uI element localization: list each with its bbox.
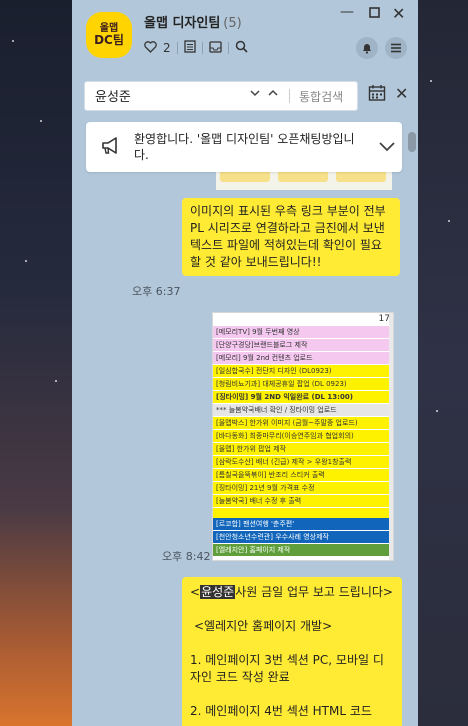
search-highlight: 윤성준 xyxy=(200,585,236,599)
chat-search-bar: 통합검색 xyxy=(84,81,358,111)
message-line: <윤성준사원 금일 업무 보고 드립니다> xyxy=(190,585,393,599)
room-name: 올맵 디자인팀 xyxy=(144,16,221,31)
close-icon[interactable]: ✕ xyxy=(395,84,408,103)
bell-icon[interactable] xyxy=(356,37,378,59)
star xyxy=(430,80,432,82)
notice-text: 환영합니다. '올맵 디자인팀' 오픈채팅방입니다. xyxy=(134,132,355,162)
like-count: 2 xyxy=(163,41,171,55)
search-input[interactable] xyxy=(93,87,247,104)
chevron-down-icon[interactable] xyxy=(378,137,396,156)
header-actions: 2 xyxy=(144,40,248,56)
sheet-row: [단양구경당]브랜드블로그 제작 xyxy=(213,339,392,351)
sheet-row-blank xyxy=(213,508,392,518)
sheet-row: [메모리TV] 9월 두번째 영상 xyxy=(213,326,392,338)
divider xyxy=(201,42,203,54)
sheet-row: *** 늘봄약국배너 확인 / 징타이밍 업로드 xyxy=(213,404,392,416)
message-bubble[interactable]: 이미지의 표시된 우측 링크 부분이 전부 PL 시리즈로 연결하라고 금진에서… xyxy=(182,198,400,276)
divider xyxy=(176,42,178,54)
sheet-row: [천안청소년수련관] 우수사례 영상제작 xyxy=(213,531,392,543)
room-avatar[interactable]: 올맵 DC팀 xyxy=(86,12,132,58)
message-section: <엘레지안 홈페이지 개발> xyxy=(194,619,333,633)
sheet-row: [삼락도수산] 배너 (긴급) 제작 > 우왕1창출력 xyxy=(213,456,392,468)
minimize-icon[interactable]: — xyxy=(340,4,354,20)
chat-header: 올맵 DC팀 올맵 디자인팀 (5) — ✕ 2 xyxy=(72,0,418,66)
notice-banner[interactable]: 환영합니다. '올맵 디자인팀' 오픈채팅방입니다. xyxy=(86,122,402,172)
chevron-up-icon[interactable] xyxy=(267,87,279,103)
sheet-row: [청림비뇨기과] 대체공휴일 팝업 (DL 0923) xyxy=(213,378,392,390)
room-title: 올맵 디자인팀 (5) xyxy=(144,12,242,31)
message-item: 1. 메인페이지 3번 섹션 PC, 모바일 디자인 코드 작성 완료 xyxy=(190,653,384,684)
message-item: 2. 메인페이지 4번 섹션 HTML 코드 xyxy=(190,704,372,718)
list-icon[interactable] xyxy=(183,40,196,56)
inbox-icon[interactable] xyxy=(208,40,222,56)
scrollbar-thumb[interactable] xyxy=(408,132,416,152)
star xyxy=(25,260,27,262)
avatar-text-bottom: DC팀 xyxy=(94,33,124,47)
schedule-image[interactable]: 17 [메모리TV] 9월 두번째 영상 [단양구경당]브랜드블로그 제작 [메… xyxy=(212,312,394,561)
divider xyxy=(289,89,290,103)
sheet-gridline xyxy=(389,313,393,560)
sheet-row: [징타이밍] 21년 9월 가격표 수정 xyxy=(213,482,392,494)
sheet-row: [르코합] 팬션여행 '춘주편' xyxy=(213,518,392,530)
divider xyxy=(227,42,229,54)
sheet-row: [바다동화] 최종마무리(이승연주임과 협업회의) xyxy=(213,430,392,442)
member-count: (5) xyxy=(223,16,242,31)
sheet-row: [틈칠국을뚝볶이] 반조리 스티커 출력 xyxy=(213,469,392,481)
star xyxy=(448,220,450,222)
megaphone-icon xyxy=(100,136,122,160)
chevron-down-icon[interactable] xyxy=(249,87,261,103)
star xyxy=(55,380,57,382)
star xyxy=(436,410,438,412)
star xyxy=(40,120,42,122)
calendar-icon[interactable] xyxy=(368,84,386,106)
desktop-background-right xyxy=(418,0,468,726)
message-bubble[interactable]: <윤성준사원 금일 업무 보고 드립니다> <엘레지안 홈페이지 개발> 1. … xyxy=(182,577,402,726)
search-icon[interactable] xyxy=(235,40,248,56)
chat-window: 올맵 DC팀 올맵 디자인팀 (5) — ✕ 2 윤성준 통합검색 ✕ 환영합니… xyxy=(72,0,418,726)
message-time: 오후 8:42 xyxy=(162,550,211,563)
message-text: 사원 금일 업무 보고 드립니다> xyxy=(235,585,393,599)
sheet-row: [올맵] 한가위 팝업 제작 xyxy=(213,443,392,455)
total-search-button[interactable]: 통합검색 xyxy=(299,88,343,105)
sheet-row: [늘봄약국] 배너 수정 후 출력 xyxy=(213,495,392,507)
message-time: 오후 6:37 xyxy=(132,285,181,298)
sheet-row: [올맵박스] 한가위 이미지 (금월~주말중 업로드) xyxy=(213,417,392,429)
maximize-icon[interactable] xyxy=(369,6,380,22)
sheet-row: [메모리] 9월 2nd 컨텐츠 업로드 xyxy=(213,352,392,364)
desktop-background-left xyxy=(0,0,72,726)
window-close-icon[interactable]: ✕ xyxy=(392,4,405,23)
sheet-row: [징타이밍] 9월 2ND 익일완료 (DL 13:00) xyxy=(213,391,392,403)
menu-icon[interactable] xyxy=(385,37,407,59)
star xyxy=(12,40,14,42)
heart-icon[interactable] xyxy=(144,40,157,56)
sheet-row: [엘레지안] 홈페이지 제작 xyxy=(213,544,392,556)
sheet-row: [일심합국수] 전단지 디자인 (DL0923) xyxy=(213,365,392,377)
